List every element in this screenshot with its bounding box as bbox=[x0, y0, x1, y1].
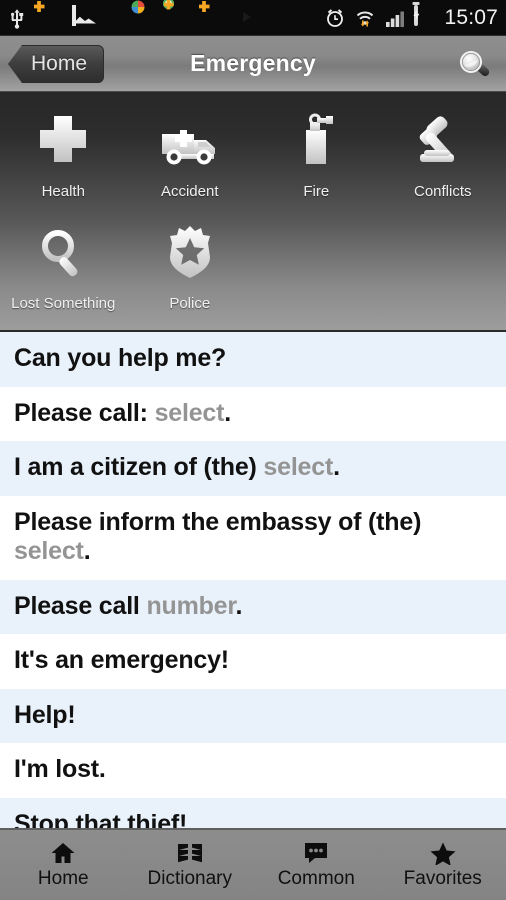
home-icon bbox=[50, 840, 76, 866]
magnifier-icon bbox=[33, 224, 93, 286]
phrase-row[interactable]: It's an emergency! bbox=[0, 634, 506, 689]
book-pages-icon bbox=[176, 840, 204, 866]
ambulance-icon bbox=[154, 112, 226, 174]
nav-label: Home bbox=[37, 868, 89, 889]
gallery-icon bbox=[72, 4, 94, 29]
phrase-row[interactable]: Please inform the embassy of (the) selec… bbox=[0, 496, 506, 580]
phrase-static: Help! bbox=[14, 700, 76, 729]
police-badge-icon bbox=[160, 224, 220, 286]
category-health[interactable]: Health bbox=[0, 100, 127, 212]
phrase-text: Stop that thief! bbox=[14, 810, 187, 829]
phrase-static: Please call: bbox=[14, 398, 155, 427]
phrase-list: Can you help me? Please call: select. I … bbox=[0, 332, 506, 828]
speech-bubble-icon bbox=[302, 840, 330, 866]
usb-icon bbox=[6, 7, 28, 29]
back-home-label: Home bbox=[31, 52, 88, 75]
phrase-row[interactable]: Help! bbox=[0, 688, 506, 743]
status-bar-notifications bbox=[6, 4, 324, 29]
phrase-row[interactable]: I am a citizen of (the) select. bbox=[0, 441, 506, 496]
orange-dot-icon bbox=[105, 7, 127, 29]
phrase-row[interactable]: I'm lost. bbox=[0, 743, 506, 798]
phrase-static: Can you help me? bbox=[14, 344, 227, 372]
phrase-text: It's an emergency! bbox=[14, 646, 229, 674]
phrase-static: It's an emergency! bbox=[14, 646, 229, 674]
star-icon bbox=[429, 840, 457, 866]
category-panel: Health Accident Fire Conflicts Lost Some… bbox=[0, 92, 506, 332]
phrase-static: Stop that thief! bbox=[14, 809, 188, 829]
phrase-slot[interactable]: select bbox=[155, 399, 225, 427]
phrase-static: . bbox=[224, 398, 231, 427]
nav-label: Favorites bbox=[403, 868, 482, 889]
status-bar-system: 15:07 bbox=[324, 4, 498, 30]
title-bar: Home Emergency bbox=[0, 36, 506, 92]
fire-extinguisher-icon bbox=[286, 112, 346, 174]
nav-common[interactable]: Common bbox=[253, 830, 380, 900]
phrase-row[interactable]: Please call: select. bbox=[0, 387, 506, 442]
phrase-static: Please call bbox=[14, 591, 147, 620]
category-conflicts[interactable]: Conflicts bbox=[380, 100, 506, 212]
phrase-slot[interactable]: select bbox=[14, 537, 84, 565]
category-empty-2 bbox=[380, 212, 506, 324]
phrase-row[interactable]: Please call number. bbox=[0, 579, 506, 634]
back-home-button[interactable]: Home bbox=[8, 45, 105, 83]
phrase-row[interactable]: Stop that thief! bbox=[0, 797, 506, 829]
category-lost-something[interactable]: Lost Something bbox=[0, 212, 127, 324]
status-bar: 15:07 bbox=[0, 0, 506, 36]
category-row-2: Lost Something Police bbox=[0, 212, 506, 324]
phrase-text: Please call number. bbox=[14, 592, 242, 620]
category-label: Accident bbox=[160, 183, 219, 200]
category-row-1: Health Accident Fire Conflicts bbox=[0, 100, 506, 212]
phrase-text: Please inform the embassy of (the) selec… bbox=[14, 508, 421, 566]
phrase-text: Please call: select. bbox=[14, 399, 231, 427]
magnifier-icon bbox=[460, 51, 490, 77]
bottom-navigation: Home Dictionary Common Favorites bbox=[0, 828, 506, 900]
search-button[interactable] bbox=[452, 48, 498, 82]
phrase-text: I am a citizen of (the) select. bbox=[14, 453, 340, 481]
phrase-static: I'm lost. bbox=[14, 755, 106, 783]
phrase-text: I'm lost. bbox=[14, 755, 106, 783]
nav-label: Dictionary bbox=[147, 868, 232, 889]
category-label: Lost Something bbox=[11, 295, 116, 312]
plugin-installed-icon bbox=[171, 7, 193, 29]
app-screen: 15:07 Home Emergency Health Accident Fir… bbox=[0, 0, 506, 900]
phrase-slot[interactable]: number bbox=[146, 592, 235, 620]
phrase-static: Please inform the embassy of (the) bbox=[14, 507, 422, 536]
nav-label: Common bbox=[277, 868, 355, 889]
category-label: Police bbox=[169, 295, 211, 312]
play-store-icon bbox=[237, 7, 259, 29]
status-bar-clock: 15:07 bbox=[444, 5, 498, 29]
category-empty-1 bbox=[253, 212, 380, 324]
plugin-update-icon-2 bbox=[204, 7, 226, 29]
gavel-icon bbox=[408, 112, 478, 174]
phrase-row[interactable]: Can you help me? bbox=[0, 332, 506, 387]
signal-icon bbox=[384, 7, 406, 29]
category-police[interactable]: Police bbox=[127, 212, 254, 324]
medical-cross-icon bbox=[30, 112, 96, 174]
category-accident[interactable]: Accident bbox=[127, 100, 254, 212]
phrase-slot[interactable]: select bbox=[263, 453, 333, 481]
phrase-static: I am a citizen of (the) bbox=[14, 453, 264, 481]
category-label: Conflicts bbox=[413, 183, 472, 200]
phrase-static: . bbox=[235, 591, 243, 620]
plugin-update-icon bbox=[39, 7, 61, 29]
nav-dictionary[interactable]: Dictionary bbox=[127, 830, 254, 900]
nav-home[interactable]: Home bbox=[0, 830, 127, 900]
category-label: Health bbox=[41, 183, 85, 200]
category-fire[interactable]: Fire bbox=[253, 100, 380, 212]
wifi-icon bbox=[354, 7, 376, 29]
battery-charging-icon bbox=[414, 4, 436, 29]
phrase-text: Can you help me? bbox=[14, 344, 226, 372]
category-label: Fire bbox=[303, 183, 330, 200]
phrase-text: Help! bbox=[14, 701, 76, 729]
clipboard-color-icon bbox=[138, 7, 160, 29]
alarm-icon bbox=[324, 7, 346, 29]
nav-favorites[interactable]: Favorites bbox=[380, 830, 506, 900]
phrase-static: . bbox=[83, 537, 91, 565]
phrase-static: . bbox=[333, 453, 340, 481]
